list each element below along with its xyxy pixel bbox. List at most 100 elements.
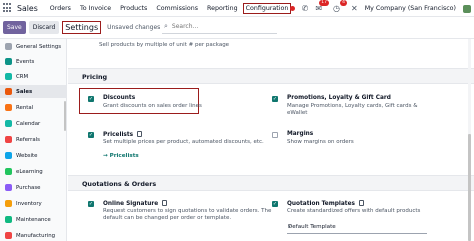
apps-menu-icon[interactable]: [3, 3, 13, 13]
nav-orders[interactable]: Orders: [50, 5, 71, 12]
search-icon: ⌕: [164, 22, 168, 30]
online-signature-title-text: Online Signature: [103, 201, 159, 207]
sidebar-item-label: Maintenance: [16, 216, 51, 223]
sidebar-item-events[interactable]: Events: [0, 55, 67, 68]
sidebar-item-purchase[interactable]: Purchase: [0, 181, 67, 194]
referrals-icon: [5, 136, 12, 143]
quotation-templates-title-text: Quotation Templates: [287, 201, 355, 207]
sidebar-item-label: Calendar: [16, 120, 41, 127]
quotation-templates-checkbox[interactable]: ✓: [272, 201, 278, 207]
search-bar[interactable]: ⌕: [162, 20, 277, 34]
discounts-checkbox[interactable]: ✓: [88, 96, 94, 102]
sidebar-item-crm[interactable]: CRM: [0, 70, 67, 83]
sidebar-item-rental[interactable]: Rental: [0, 101, 67, 114]
events-icon: [5, 58, 12, 65]
avatar[interactable]: [463, 4, 471, 13]
page-title: Settings: [62, 21, 102, 34]
nav-to-invoice[interactable]: To Invoice: [80, 5, 111, 12]
activities-badge: 4: [340, 0, 347, 6]
sidebar-item-general-settings[interactable]: General Settings: [0, 40, 67, 53]
sidebar-item-label: Referrals: [16, 136, 40, 143]
calendar-icon: [5, 120, 12, 127]
discounts-title: Discounts: [103, 95, 136, 101]
rental-icon: [5, 104, 12, 111]
messages-icon[interactable]: ✉ 17: [315, 0, 330, 13]
sidebar-item-manufacturing[interactable]: Manufacturing: [0, 229, 67, 241]
unsaved-changes-label: Unsaved changes: [107, 24, 161, 31]
settings-content: Sell products by multiple of unit # per …: [68, 39, 474, 241]
online-signature-checkbox[interactable]: ✓: [88, 201, 94, 207]
messages-badge: 17: [319, 0, 330, 6]
pricelists-description: Set multiple prices per product, automat…: [103, 139, 264, 145]
sidebar-item-maintenance[interactable]: Maintenance: [0, 213, 67, 226]
website-icon: [5, 152, 12, 159]
sidebar-item-label: Purchase: [16, 184, 41, 191]
chevron-down-icon: ▾: [288, 224, 291, 230]
promotions-checkbox[interactable]: ✓: [272, 96, 278, 102]
sidebar-item-website[interactable]: Website: [0, 149, 67, 162]
quotation-templates-description: Create standardized offers with default …: [287, 208, 421, 214]
pricelists-checkbox[interactable]: ✓: [88, 132, 94, 138]
phone-icon[interactable]: ✆: [302, 4, 309, 13]
margins-title: Margins: [287, 131, 314, 137]
nav-reporting[interactable]: Reporting: [207, 5, 238, 12]
documentation-icon[interactable]: [358, 200, 364, 206]
sidebar-item-label: CRM: [16, 73, 29, 80]
pricelists-link[interactable]: → Pricelists: [103, 153, 139, 159]
packaging-description: Sell products by multiple of unit # per …: [99, 42, 230, 48]
app-name[interactable]: Sales: [17, 4, 38, 13]
nav-products[interactable]: Products: [120, 5, 147, 12]
sidebar-item-calendar[interactable]: Calendar: [0, 117, 67, 130]
settings-icon[interactable]: ✕: [351, 4, 358, 13]
sidebar-item-label: Inventory: [16, 200, 42, 207]
nav-configuration[interactable]: Configuration: [242, 2, 292, 14]
section-quotations-heading: Quotations & Orders: [82, 180, 157, 188]
sidebar-item-inventory[interactable]: Inventory: [0, 197, 67, 210]
sales-icon: [5, 88, 12, 95]
margins-checkbox[interactable]: [272, 132, 278, 138]
quotation-templates-title: Quotation Templates: [287, 200, 364, 207]
purchase-icon: [5, 184, 12, 191]
discounts-description: Grant discounts on sales order lines: [103, 103, 202, 109]
pricelists-title: Pricelists: [103, 131, 143, 138]
promotions-description-line1: Manage Promotions, Loyalty cards, Gift c…: [287, 103, 418, 109]
settings-sidebar: General Settings Events CRM Sales Rental…: [0, 39, 67, 241]
section-pricing-heading: Pricing: [82, 73, 108, 81]
manufacturing-icon: [5, 232, 12, 239]
inventory-icon: [5, 200, 12, 207]
company-switcher[interactable]: My Company (San Francisco): [365, 5, 456, 12]
sidebar-item-label: General Settings: [16, 43, 62, 50]
default-template-select[interactable]: Default Template ▾: [287, 222, 427, 234]
search-input[interactable]: [171, 23, 267, 30]
maintenance-icon: [5, 216, 12, 223]
sidebar-item-referrals[interactable]: Referrals: [0, 133, 67, 146]
promotions-title: Promotions, Loyalty & Gift Card: [287, 95, 391, 101]
sidebar-item-label: Events: [16, 58, 35, 65]
online-signature-title: Online Signature: [103, 200, 168, 207]
sidebar-item-label: Rental: [16, 104, 34, 111]
sidebar-item-label: eLearning: [16, 168, 43, 175]
discard-button[interactable]: Discard: [28, 21, 60, 34]
control-panel: Save Discard Settings Unsaved changes ⌕: [0, 17, 474, 39]
save-button[interactable]: Save: [3, 21, 26, 34]
top-navbar: Sales Orders To Invoice Products Commiss…: [0, 0, 474, 17]
margins-description: Show margins on orders: [287, 139, 354, 145]
documentation-icon[interactable]: [162, 200, 168, 206]
activities-icon[interactable]: ◷ 4: [333, 0, 347, 13]
sidebar-item-sales[interactable]: Sales: [0, 85, 67, 98]
general-settings-icon: [5, 43, 12, 50]
sidebar-item-label: Website: [16, 152, 38, 159]
documentation-icon[interactable]: [137, 131, 143, 137]
sidebar-scrollbar[interactable]: [64, 101, 66, 131]
discounts-highlight: [79, 88, 199, 114]
pricelists-link-label: Pricelists: [109, 153, 139, 159]
online-signature-description-line1: Request customers to sign quotations to …: [103, 208, 272, 214]
content-scrollbar-thumb[interactable]: [468, 134, 471, 241]
status-dot-icon[interactable]: [289, 6, 295, 11]
crm-icon: [5, 73, 12, 80]
elearning-icon: [5, 168, 12, 175]
sidebar-item-elearning[interactable]: eLearning: [0, 165, 67, 178]
pricelists-title-text: Pricelists: [103, 132, 134, 138]
section-quotations-orders: Quotations & Orders: [68, 175, 474, 191]
nav-commissions[interactable]: Commissions: [156, 5, 198, 12]
